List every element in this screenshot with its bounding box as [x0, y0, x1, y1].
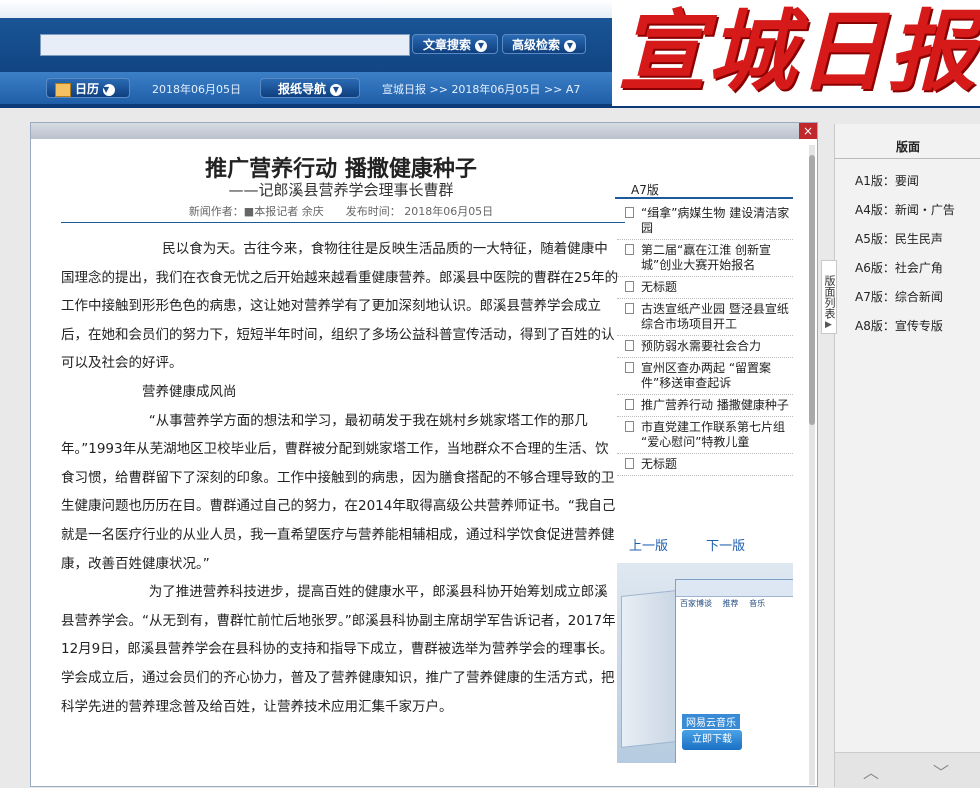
breadcrumb-paper[interactable]: 宣城日报	[382, 83, 426, 96]
list-item-label: 无标题	[641, 457, 678, 471]
ad-download-button[interactable]: 立即下载	[682, 730, 742, 750]
document-icon	[625, 399, 634, 410]
ad-tab: 音乐	[749, 599, 766, 608]
sidebar-item-a4[interactable]: A4版：新闻・广告	[855, 201, 955, 218]
article-meta: 新闻作者：■本报记者 余庆 发布时间： 2018年06月05日	[188, 205, 494, 218]
breadcrumb-separator: >>	[543, 83, 563, 96]
panel-header	[31, 123, 817, 139]
document-icon	[625, 207, 634, 218]
document-icon	[625, 281, 634, 292]
ad-tabs: 百家博谈 推荐 音乐	[676, 598, 793, 610]
paper-nav-label: 报纸导航	[277, 82, 326, 96]
scrollbar-thumb[interactable]	[809, 155, 815, 425]
document-icon	[625, 362, 634, 373]
list-item[interactable]: 推广营养行动 播撒健康种子	[617, 395, 793, 417]
list-item-label: 预防弱水需要社会合力	[641, 339, 762, 353]
masthead-logo: 宣城日报	[612, 0, 980, 106]
list-item[interactable]: 无标题	[617, 454, 793, 476]
calendar-label: 日历	[75, 82, 100, 96]
list-item[interactable]: 宣州区查办两起 “留置案件”移送审查起诉	[617, 358, 793, 395]
list-item-label: 市直党建工作联系第七片组 “爱心慰问”特教儿童	[641, 420, 786, 449]
article-search-label: 文章搜索	[422, 38, 471, 52]
divider	[61, 222, 625, 223]
list-item[interactable]: 预防弱水需要社会合力	[617, 336, 793, 358]
document-icon	[625, 244, 634, 255]
ad-tab: 百家博谈	[680, 599, 712, 608]
page-navigation: 上一版 下一版	[629, 535, 779, 554]
breadcrumb-page[interactable]: A7	[566, 83, 581, 96]
list-item-label: “缉拿”病媒生物 建设清洁家园	[641, 206, 790, 235]
ad-titlebar	[676, 580, 793, 597]
article-paragraph: “从事营养学方面的想法和学习，最初萌发于我在姚村乡姚家塔工作的那几年。”1993…	[61, 412, 616, 572]
article-subheading: 营养健康成风尚	[142, 383, 237, 400]
scrollbar[interactable]	[809, 145, 815, 785]
calendar-button[interactable]: 日历 ▼	[46, 78, 130, 98]
scroll-down-icon[interactable]: ﹀	[933, 759, 949, 783]
advanced-search-label: 高级检索	[511, 38, 560, 52]
article-paragraph: 为了推进营养科技进步，提高百姓的健康水平，郎溪县科协开始筹划成立郎溪县营养学会。…	[61, 584, 616, 715]
article-subtitle: ——记郎溪县营养学会理事长曹群	[228, 181, 454, 199]
list-item-label: 第二届“赢在江淮 创新宣城”创业大赛开始报名	[641, 243, 772, 272]
sidebar-item-a6[interactable]: A6版：社会广角	[855, 259, 943, 276]
list-item[interactable]: 无标题	[617, 277, 793, 299]
ad-brand: 网易云音乐	[682, 714, 740, 729]
list-item[interactable]: 市直党建工作联系第七片组 “爱心慰问”特教儿童	[617, 417, 793, 454]
search-row: 文章搜索 ▼ 高级检索 ▼	[0, 22, 620, 66]
list-item[interactable]: 古迭宣纸产业园 暨泾县宣纸综合市场项目开工	[617, 299, 793, 336]
chevron-down-icon: ▼	[564, 39, 576, 52]
list-item-label: 宣州区查办两起 “留置案件”移送审查起诉	[641, 361, 772, 390]
close-icon[interactable]: ×	[799, 123, 817, 139]
article-search-button[interactable]: 文章搜索 ▼	[412, 34, 498, 54]
search-input[interactable]	[40, 34, 410, 56]
chevron-down-icon: ▼	[103, 83, 116, 96]
prev-page-link[interactable]: 上一版	[629, 539, 668, 554]
document-icon	[625, 340, 634, 351]
article-body: 民以食为天。古往今来，食物往往是反映生活品质的一大特征，随着健康中国理念的提出，…	[61, 235, 621, 721]
sidebar-heading: 版面	[835, 138, 980, 159]
ad-phone-graphic	[621, 590, 677, 748]
current-date: 2018年06月05日	[152, 83, 241, 96]
article-paragraph: 民以食为天。古往今来，食物往往是反映生活品质的一大特征，随着健康中国理念的提出，…	[61, 241, 619, 372]
paper-nav-button[interactable]: 报纸导航 ▼	[260, 78, 360, 98]
chevron-down-icon: ▼	[330, 83, 342, 96]
sidebar-item-a8[interactable]: A8版：宣传专版	[855, 317, 943, 334]
sidebar-item-a1[interactable]: A1版：要闻	[855, 172, 919, 189]
advanced-search-button[interactable]: 高级检索 ▼	[502, 34, 586, 54]
list-item[interactable]: “缉拿”病媒生物 建设清洁家园	[617, 203, 793, 240]
list-item-label: 无标题	[641, 280, 678, 294]
music-app-ad[interactable]: 百家博谈 推荐 音乐 网易云音乐 立即下载	[617, 563, 793, 763]
logo-text: 宣城日报	[618, 0, 979, 103]
breadcrumb: 宣城日报 >> 2018年06月05日 >> A7	[382, 81, 580, 97]
ad-window: 百家博谈 推荐 音乐 网易云音乐 立即下载	[675, 579, 793, 763]
document-icon	[625, 421, 634, 432]
sidebar-footer: ︿ ﹀	[835, 752, 980, 788]
list-item[interactable]: 第二届“赢在江淮 创新宣城”创业大赛开始报名	[617, 240, 793, 277]
breadcrumb-date[interactable]: 2018年06月05日	[451, 83, 540, 96]
page-sidebar: 版面 A1版：要闻 A4版：新闻・广告 A5版：民生民声 A6版：社会广角 A7…	[821, 124, 980, 788]
calendar-icon	[55, 82, 71, 97]
next-page-link[interactable]: 下一版	[706, 539, 745, 554]
list-item-label: 推广营养行动 播撒健康种子	[641, 398, 789, 412]
document-icon	[625, 458, 634, 469]
scroll-up-icon[interactable]: ︿	[863, 759, 879, 783]
a7-heading: A7版	[615, 181, 793, 199]
chevron-down-icon: ▼	[475, 39, 487, 52]
breadcrumb-separator: >>	[429, 83, 448, 96]
list-item-label: 古迭宣纸产业园 暨泾县宣纸综合市场项目开工	[641, 302, 789, 331]
document-icon	[625, 303, 634, 314]
a7-article-list: “缉拿”病媒生物 建设清洁家园 第二届“赢在江淮 创新宣城”创业大赛开始报名 无…	[617, 203, 793, 476]
sidebar-item-a7[interactable]: A7版：综合新闻	[855, 288, 943, 305]
chevron-right-icon: ▶	[825, 320, 832, 330]
sidebar-item-a5[interactable]: A5版：民生民声	[855, 230, 943, 247]
ad-tab: 推荐	[722, 599, 739, 608]
article-panel: × 推广营养行动 播撒健康种子 ——记郎溪县营养学会理事长曹群 新闻作者：■本报…	[30, 122, 818, 787]
